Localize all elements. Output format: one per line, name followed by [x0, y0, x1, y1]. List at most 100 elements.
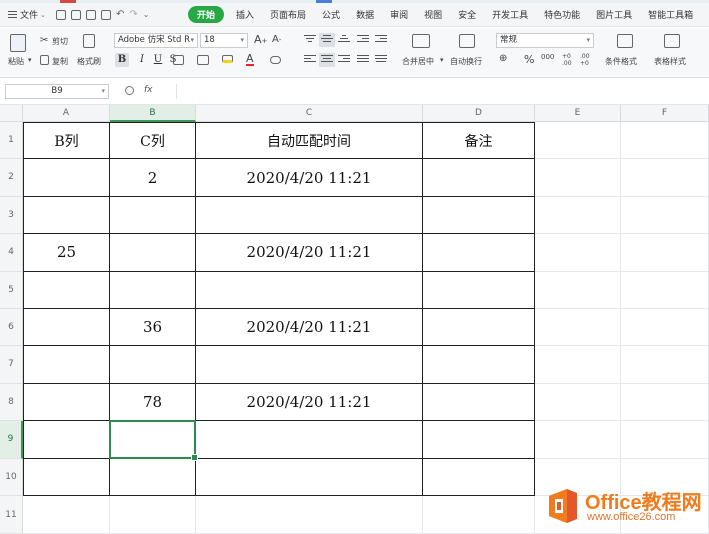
cut-button-label[interactable]: 剪切 [52, 36, 68, 47]
grid-cell[interactable] [621, 421, 709, 459]
grid-cell[interactable]: 36 [110, 309, 196, 347]
export-pdf-icon[interactable] [71, 9, 81, 20]
increase-decimal-button[interactable]: +0 .00 [562, 53, 576, 67]
customize-toolbar-icon[interactable]: ⌄ [143, 10, 150, 20]
paste-icon[interactable] [10, 34, 26, 52]
formula-input[interactable] [176, 84, 709, 99]
underline-button[interactable]: U [151, 53, 165, 67]
grid-cell[interactable] [535, 421, 621, 459]
align-middle-icon[interactable] [319, 33, 335, 47]
tab-home[interactable]: 开始 [188, 6, 225, 23]
row-header[interactable]: 11 [0, 496, 23, 534]
grid-cell[interactable] [423, 458, 535, 496]
grid-cell[interactable] [423, 346, 535, 384]
grid-cell[interactable] [621, 196, 709, 235]
percent-style-button[interactable]: % [524, 53, 534, 66]
zoom-icon[interactable] [125, 86, 134, 95]
font-color-icon[interactable]: A [246, 53, 254, 66]
row-header[interactable]: 6 [0, 309, 23, 347]
justify-icon[interactable] [357, 55, 369, 65]
grid-cell[interactable] [110, 196, 196, 235]
grid-cell[interactable] [196, 271, 423, 309]
decrease-indent-icon[interactable] [357, 35, 369, 45]
conditional-format-icon[interactable] [617, 34, 633, 48]
grid-cell[interactable] [23, 383, 110, 422]
grid-cell[interactable] [110, 346, 196, 384]
grid-cell[interactable] [423, 159, 535, 197]
table-header-cell[interactable]: B列 [23, 122, 110, 160]
thousands-separator-button[interactable]: 000 [541, 53, 554, 61]
align-center-icon[interactable] [319, 53, 335, 67]
grid-cell[interactable] [23, 346, 110, 384]
borders-icon[interactable] [173, 55, 184, 65]
grid-cell[interactable] [621, 159, 709, 197]
row-header[interactable]: 3 [0, 196, 23, 235]
grid-cell[interactable] [621, 271, 709, 309]
copy-button-label[interactable]: 复制 [52, 56, 68, 67]
align-top-icon[interactable] [304, 35, 316, 45]
save-icon[interactable] [56, 9, 66, 20]
grid-cell[interactable] [535, 122, 621, 160]
row-header[interactable]: 8 [0, 383, 23, 422]
bold-button[interactable]: B [115, 53, 129, 67]
grid-cell[interactable] [196, 458, 423, 496]
grid-cell[interactable] [196, 421, 423, 459]
wrap-text-icon[interactable] [459, 34, 475, 48]
tab-review[interactable]: 审阅 [382, 8, 416, 21]
grid-cell[interactable] [110, 421, 196, 459]
grid-cell[interactable] [423, 271, 535, 309]
tab-insert[interactable]: 插入 [228, 8, 262, 21]
tab-developer[interactable]: 开发工具 [484, 8, 536, 21]
conditional-format-button-label[interactable]: 条件格式 [605, 56, 637, 67]
select-all-corner[interactable] [0, 105, 23, 122]
row-header[interactable]: 7 [0, 346, 23, 384]
cell-style-icon[interactable] [197, 55, 209, 65]
decrease-font-size-button[interactable]: A- [272, 34, 281, 45]
column-header-e[interactable]: E [535, 105, 621, 122]
grid-cell[interactable] [23, 271, 110, 309]
tab-data[interactable]: 数据 [348, 8, 382, 21]
cut-icon[interactable]: ✂ [40, 35, 48, 46]
currency-format-icon[interactable]: ⊕ [499, 53, 507, 64]
grid-cell[interactable] [23, 196, 110, 235]
wrap-text-button-label[interactable]: 自动换行 [450, 56, 482, 67]
increase-indent-icon[interactable] [375, 35, 387, 45]
table-style-icon[interactable] [664, 34, 680, 48]
grid-cell[interactable] [423, 309, 535, 347]
grid-cell[interactable] [621, 234, 709, 272]
grid-cell[interactable] [423, 234, 535, 272]
increase-font-size-button[interactable]: A+ [254, 33, 267, 46]
row-header[interactable]: 4 [0, 234, 23, 272]
grid-cell[interactable] [535, 159, 621, 197]
row-header[interactable]: 10 [0, 458, 23, 496]
font-name-select[interactable]: Adobe 仿宋 Std R ▾ [114, 33, 198, 48]
align-right-icon[interactable] [338, 55, 350, 65]
copy-icon[interactable] [40, 55, 49, 65]
table-header-cell[interactable]: 备注 [423, 122, 535, 160]
grid-cell[interactable] [23, 496, 110, 534]
tab-security[interactable]: 安全 [450, 8, 484, 21]
number-format-select[interactable]: 常规 ▾ [496, 33, 594, 48]
font-size-select[interactable]: 18 ▾ [200, 33, 248, 48]
grid-cell[interactable] [110, 271, 196, 309]
clear-format-icon[interactable] [270, 56, 281, 64]
tab-formulas[interactable]: 公式 [314, 8, 348, 21]
grid-cell[interactable]: 25 [23, 234, 110, 272]
grid-cell[interactable]: 2020/4/20 11:21 [196, 234, 423, 272]
grid-cell[interactable]: 2020/4/20 11:21 [196, 383, 423, 422]
grid-cell[interactable] [535, 309, 621, 347]
column-header-c[interactable]: C [196, 105, 423, 122]
grid-cell[interactable] [23, 159, 110, 197]
print-icon[interactable] [86, 9, 96, 20]
grid-cell[interactable] [621, 309, 709, 347]
row-header[interactable]: 2 [0, 159, 23, 197]
grid-cell[interactable] [423, 496, 535, 534]
merge-center-button-label[interactable]: 合并居中 [402, 56, 434, 67]
grid-cell[interactable] [23, 421, 110, 459]
grid-cell[interactable] [535, 271, 621, 309]
grid-cell[interactable] [535, 234, 621, 272]
file-menu-button[interactable]: 文件 ⌄ [0, 8, 56, 21]
distributed-icon[interactable] [375, 55, 387, 65]
grid-cell[interactable] [110, 496, 196, 534]
tab-smart-toolbox[interactable]: 智能工具箱 [640, 8, 701, 21]
